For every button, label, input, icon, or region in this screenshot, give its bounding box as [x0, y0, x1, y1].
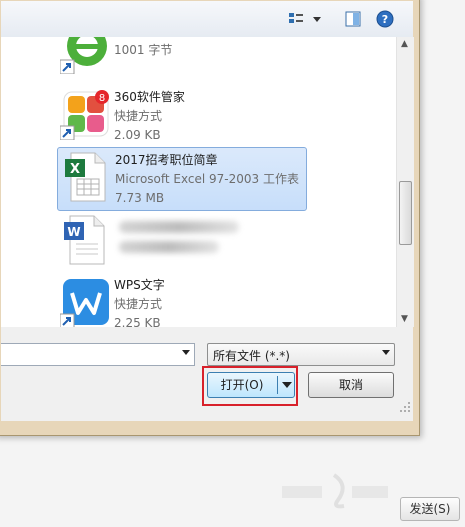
preview-pane-button[interactable] [342, 9, 364, 29]
change-view-button[interactable] [285, 9, 307, 29]
chevron-down-icon [313, 17, 321, 22]
send-button[interactable]: 发送(S) [400, 497, 460, 521]
preview-pane-icon [345, 11, 361, 27]
file-size: 2.25 KB [114, 316, 161, 327]
svg-text:?: ? [382, 13, 388, 26]
scroll-down-icon[interactable]: ▼ [401, 314, 408, 324]
view-list-icon [289, 13, 303, 23]
svg-text:8: 8 [99, 93, 105, 104]
resize-grip-icon[interactable] [399, 401, 411, 413]
redacted-filename [119, 221, 239, 233]
file-meta: WPS文字 快捷方式 2.25 KB [114, 276, 165, 327]
file-item-wps-writer[interactable]: WPS文字 快捷方式 2.25 KB [57, 273, 307, 327]
file-meta: 360软件管家 快捷方式 2.09 KB [114, 88, 185, 145]
file-meta: 2017招考职位简章 Microsoft Excel 97-2003 工作表 7… [115, 151, 299, 208]
toolbar: ? [1, 1, 413, 38]
svg-text:W: W [67, 225, 80, 239]
file-item-2017-recruitment[interactable]: X 2017招考职位简章 Microsoft Excel 97-2003 工作表… [57, 147, 307, 211]
vertical-scrollbar[interactable]: ▲ ▼ [396, 37, 414, 327]
redacted-details [119, 241, 219, 253]
scroll-up-icon[interactable]: ▲ [401, 39, 408, 49]
file-size: 7.73 MB [115, 191, 165, 205]
file-open-dialog: ? 快捷方式 1001 字节 [0, 0, 420, 436]
open-button[interactable]: 打开(O) [207, 372, 295, 398]
cancel-button[interactable]: 取消 [308, 372, 394, 398]
360-software-manager-icon: 8 [59, 88, 110, 141]
filetype-select[interactable]: 所有文件 (*.*) [207, 343, 395, 366]
excel-file-icon: X [61, 151, 111, 203]
file-size: 2.09 KB [114, 128, 161, 142]
file-item-360-software-manager[interactable]: 8 360软件管家 快捷方式 2.09 KB [57, 85, 307, 147]
watermark-logo [282, 473, 388, 509]
file-type: 快捷方式 [114, 109, 163, 123]
file-type: 快捷方式 [114, 297, 163, 311]
file-list[interactable]: 快捷方式 1001 字节 8 360软件管家 [1, 37, 396, 327]
svg-text:X: X [70, 162, 80, 177]
open-options-arrow-icon[interactable] [282, 382, 292, 388]
file-meta: 快捷方式 1001 字节 [114, 37, 172, 60]
file-item-wps-document[interactable]: W [57, 211, 307, 273]
scrollbar-thumb[interactable] [399, 181, 412, 245]
file-type: Microsoft Excel 97-2003 工作表 [115, 172, 299, 186]
dialog-body: ? 快捷方式 1001 字节 [1, 1, 414, 421]
360-browser-icon [59, 37, 110, 75]
file-name: 360软件管家 [114, 90, 185, 104]
chevron-down-icon[interactable] [182, 350, 190, 355]
split-divider [277, 376, 278, 394]
wps-writer-icon [59, 276, 110, 327]
file-name: WPS文字 [114, 278, 165, 292]
open-button-label: 打开(O) [220, 378, 264, 392]
help-button[interactable]: ? [374, 9, 396, 29]
view-options-dropdown[interactable] [310, 9, 324, 29]
filename-input[interactable] [1, 343, 195, 366]
chevron-down-icon[interactable] [382, 350, 390, 355]
file-name: 2017招考职位简章 [115, 153, 218, 167]
filetype-value: 所有文件 (*.*) [213, 349, 290, 363]
file-item-360-browser[interactable]: 快捷方式 1001 字节 [57, 37, 307, 81]
wps-document-icon: W [60, 214, 110, 266]
help-icon: ? [376, 10, 394, 28]
file-size: 1001 字节 [114, 43, 173, 57]
